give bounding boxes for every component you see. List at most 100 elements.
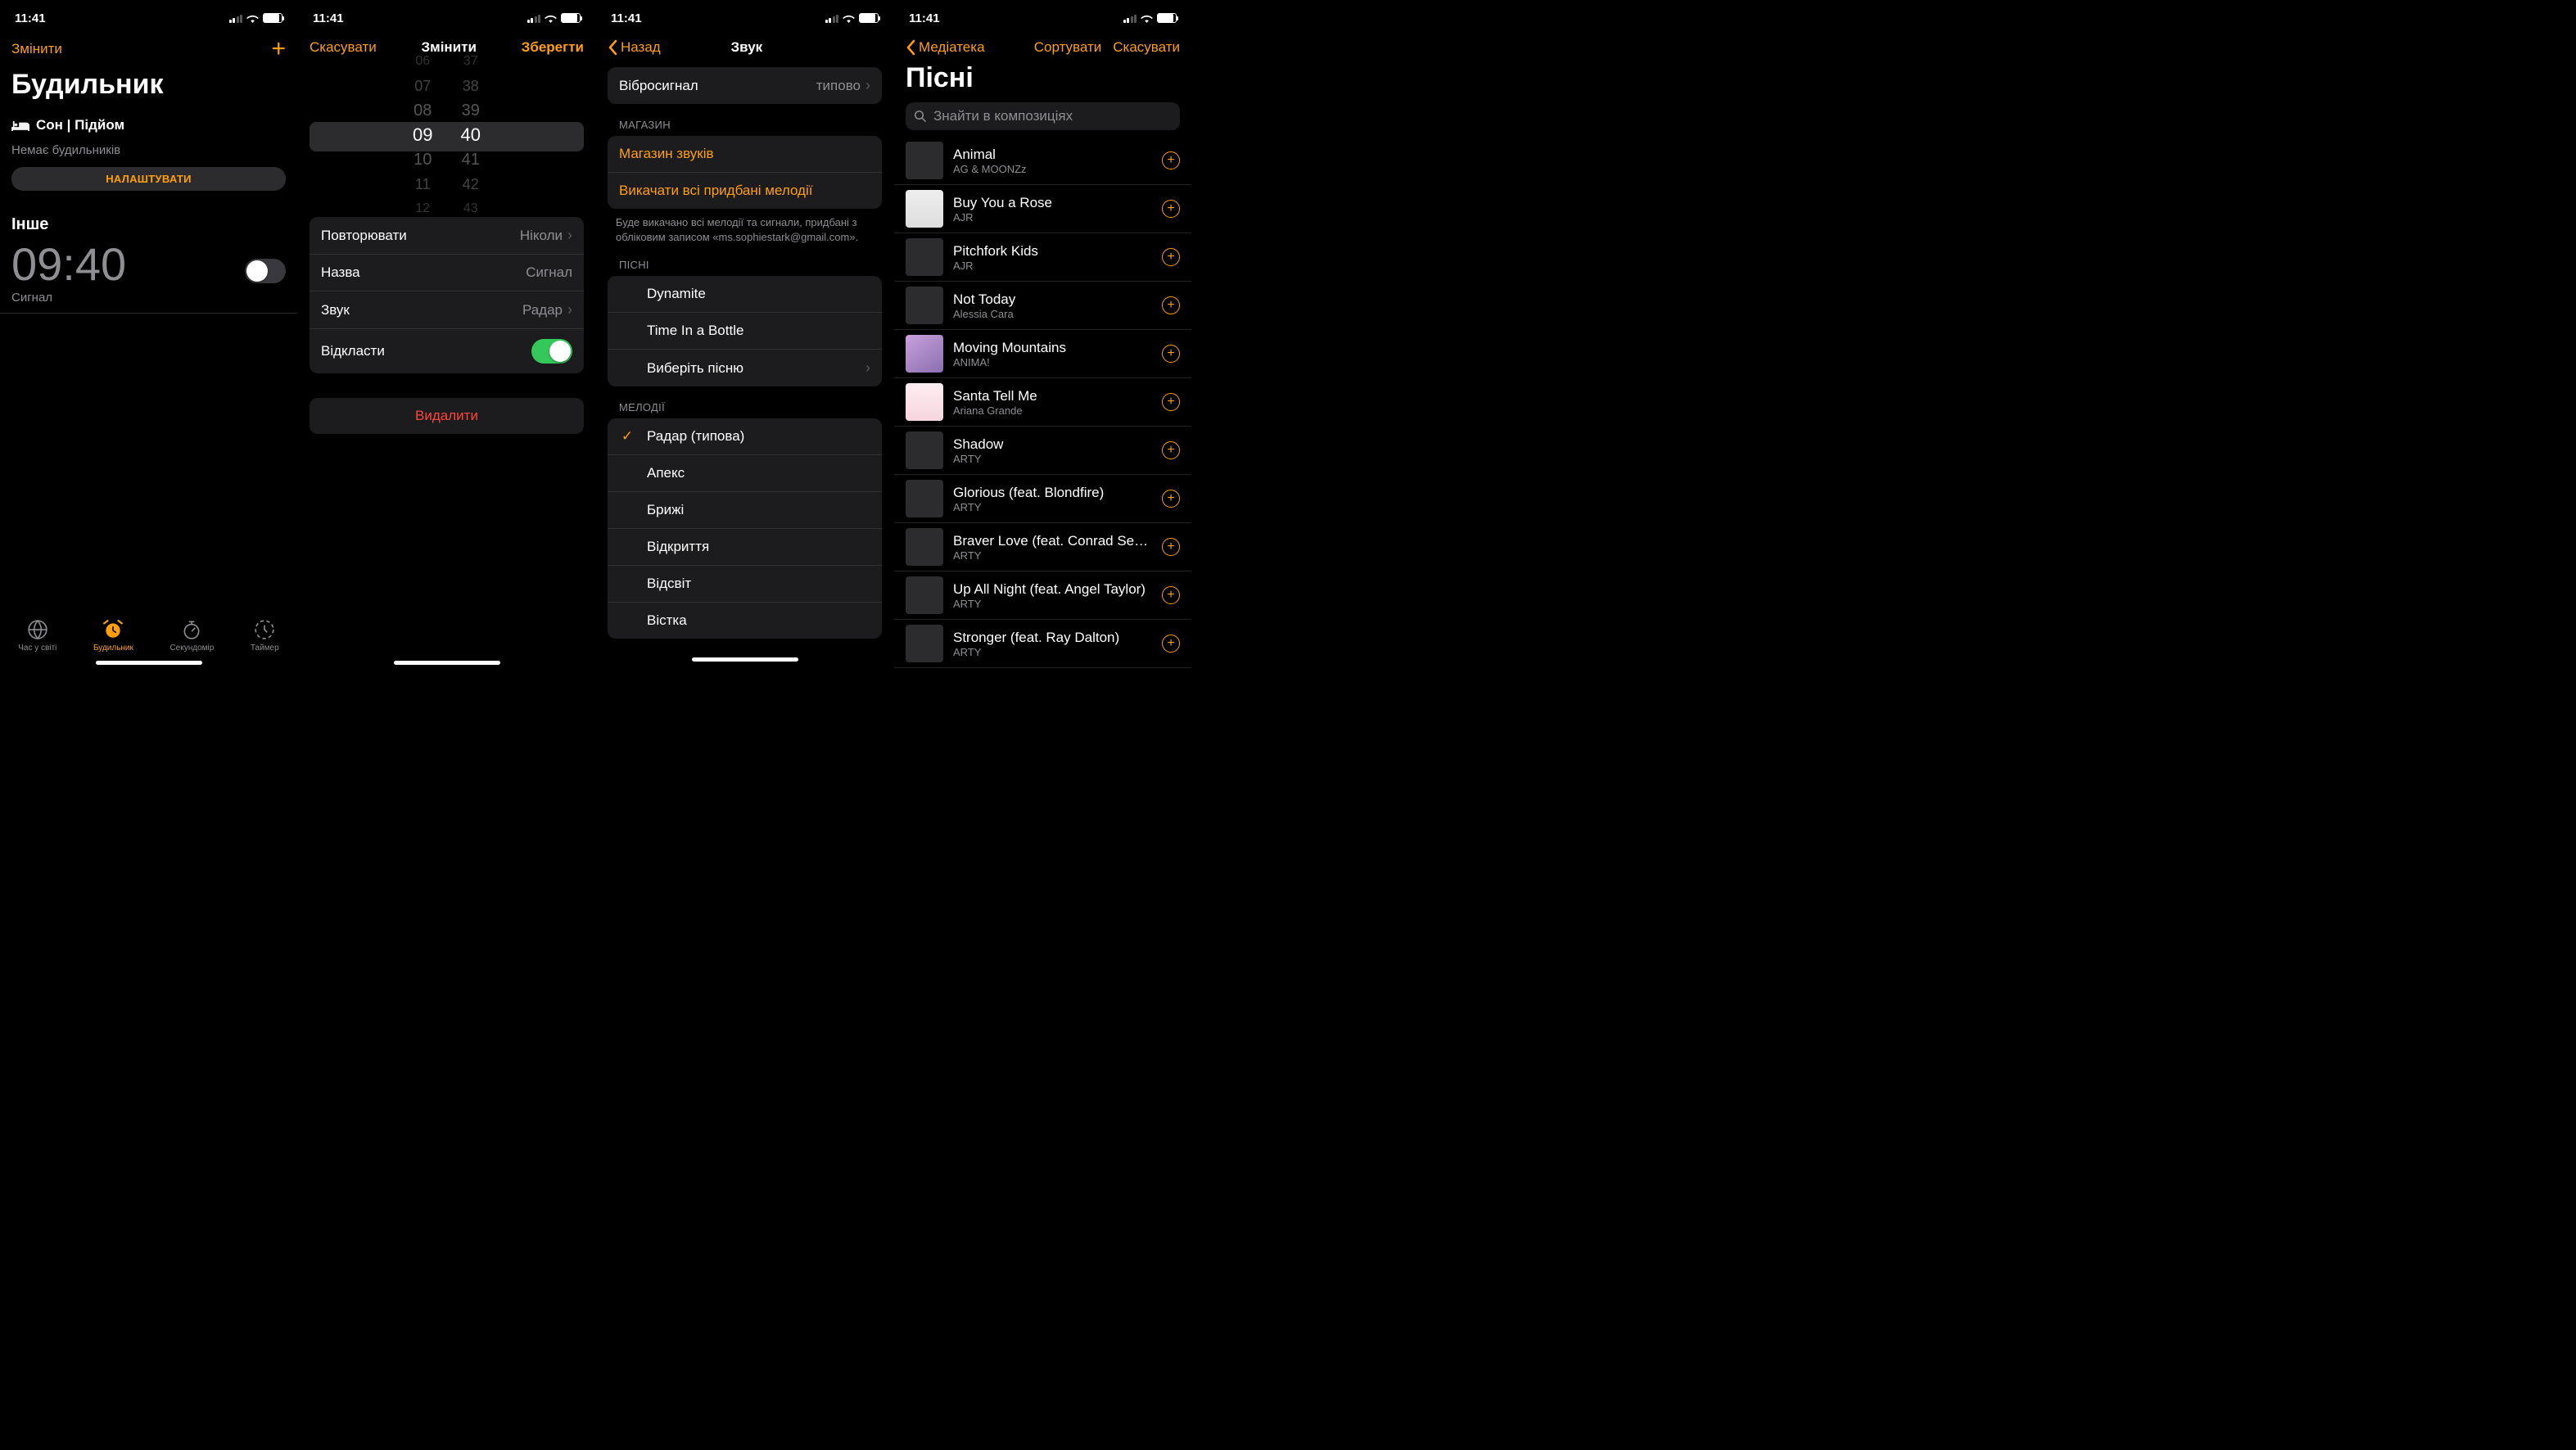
repeat-row[interactable]: Повторювати Ніколи›	[310, 217, 584, 255]
add-song-button[interactable]: +	[1162, 200, 1180, 218]
status-icons	[825, 13, 879, 23]
download-purchased-button[interactable]: Викачати всі придбані мелодії	[608, 173, 882, 209]
cancel-button[interactable]: Скасувати	[310, 39, 377, 56]
song-row[interactable]: Moving MountainsANIMA!+	[894, 330, 1191, 378]
song-row[interactable]: ShadowARTY+	[894, 427, 1191, 475]
album-art	[906, 576, 943, 614]
song-title: Stronger (feat. Ray Dalton)	[953, 630, 1152, 646]
cancel-button[interactable]: Скасувати	[1113, 39, 1180, 56]
row-label: Time In a Bottle	[647, 323, 743, 339]
timer-icon	[254, 619, 275, 640]
song-row[interactable]: Up All Night (feat. Angel Taylor)ARTY+	[894, 571, 1191, 620]
song-row[interactable]: Braver Love (feat. Conrad Sew…ARTY+	[894, 523, 1191, 571]
song-row[interactable]: Santa Tell MeAriana Grande+	[894, 378, 1191, 427]
minute-column[interactable]: 37 38 39 40 41 42 43	[461, 67, 481, 202]
add-alarm-button[interactable]: +	[271, 41, 286, 57]
home-indicator[interactable]	[692, 657, 798, 662]
ringtone-option[interactable]: Брижі	[608, 492, 882, 529]
song-row[interactable]: Pitchfork KidsAJR+	[894, 233, 1191, 282]
hour-column[interactable]: 06 07 08 09 10 11 12	[413, 67, 432, 202]
home-indicator[interactable]	[96, 661, 202, 665]
store-section-header: МАГАЗИН	[596, 104, 893, 136]
song-option[interactable]: Dynamite	[608, 276, 882, 313]
tone-store-button[interactable]: Магазин звуків	[608, 136, 882, 173]
row-label: Звук	[321, 302, 350, 318]
ringtone-option[interactable]: Відкриття	[608, 529, 882, 566]
save-button[interactable]: Зберегти	[522, 39, 584, 56]
song-row[interactable]: Stronger (feat. Ray Dalton)ARTY +	[894, 620, 1191, 668]
home-indicator[interactable]	[394, 661, 500, 665]
delete-alarm-button[interactable]: Видалити	[310, 398, 584, 434]
song-option[interactable]: Time In a Bottle	[608, 313, 882, 350]
add-song-button[interactable]: +	[1162, 635, 1180, 653]
song-row[interactable]: Glorious (feat. Blondfire)ARTY+	[894, 475, 1191, 523]
row-label: Брижі	[647, 502, 684, 518]
add-song-button[interactable]: +	[1162, 538, 1180, 556]
album-art	[906, 287, 943, 324]
back-button[interactable]: Назад	[608, 39, 661, 56]
panel-song-picker: 11:41 Медіатека Сортувати Скасувати Пісн…	[894, 0, 1192, 668]
song-title: Moving Mountains	[953, 340, 1152, 356]
vibration-group: Вібросигнал типово›	[608, 67, 882, 104]
song-artist: ARTY	[953, 501, 1152, 513]
tab-alarm[interactable]: Будильник	[93, 619, 133, 653]
add-song-button[interactable]: +	[1162, 490, 1180, 508]
search-input[interactable]: Знайти в композиціях	[906, 102, 1180, 130]
alarm-toggle[interactable]	[245, 259, 286, 283]
row-label: Апекс	[647, 465, 685, 481]
status-bar: 11:41	[894, 0, 1191, 33]
edit-button[interactable]: Змінити	[11, 41, 62, 57]
cellular-icon	[527, 14, 541, 23]
album-art	[906, 238, 943, 276]
ringtone-option[interactable]: Відсвіт	[608, 566, 882, 603]
cellular-icon	[825, 14, 839, 23]
configure-button[interactable]: НАЛАШТУВАТИ	[11, 167, 286, 191]
add-song-button[interactable]: +	[1162, 248, 1180, 266]
row-label: Назва	[321, 264, 360, 281]
add-song-button[interactable]: +	[1162, 586, 1180, 604]
status-bar: 11:41	[596, 0, 893, 33]
status-time: 11:41	[313, 11, 344, 25]
album-art	[906, 383, 943, 421]
song-row[interactable]: Not TodayAlessia Cara+	[894, 282, 1191, 330]
page-title: Будильник	[0, 65, 297, 112]
tab-timer[interactable]: Таймер	[251, 619, 279, 653]
sort-button[interactable]: Сортувати	[1034, 39, 1102, 56]
row-label: Вібросигнал	[619, 78, 698, 94]
row-label: Dynamite	[647, 286, 706, 302]
snooze-toggle[interactable]	[531, 339, 572, 364]
alarm-row[interactable]: 09:40 Сигнал	[0, 234, 297, 314]
add-song-button[interactable]: +	[1162, 393, 1180, 411]
nav-bar: Назад Звук	[596, 33, 893, 62]
wifi-icon	[1141, 14, 1153, 23]
sound-row[interactable]: Звук Радар›	[310, 291, 584, 329]
status-icons	[1123, 13, 1177, 23]
name-row[interactable]: Назва Сигнал	[310, 255, 584, 291]
ringtone-option[interactable]: ✓Радар (типова)	[608, 418, 882, 455]
add-song-button[interactable]: +	[1162, 151, 1180, 169]
cellular-icon	[1123, 14, 1137, 23]
tab-world-clock[interactable]: Час у світі	[18, 619, 56, 653]
tab-stopwatch[interactable]: Секундомір	[169, 619, 214, 653]
vibration-row[interactable]: Вібросигнал типово›	[608, 67, 882, 104]
back-button[interactable]: Медіатека	[906, 39, 985, 56]
add-song-button[interactable]: +	[1162, 441, 1180, 459]
checkmark-icon: ✓	[619, 428, 635, 445]
status-icons	[527, 13, 581, 23]
nav-bar: Змінити +	[0, 33, 297, 65]
add-song-button[interactable]: +	[1162, 345, 1180, 363]
song-row[interactable]: AnimalAG & MOONZz+	[894, 137, 1191, 185]
ringtone-option[interactable]: Апекс	[608, 455, 882, 492]
song-list[interactable]: AnimalAG & MOONZz+Buy You a RoseAJR+Pitc…	[894, 137, 1191, 668]
song-artist: ARTY	[953, 646, 1152, 658]
tab-bar: Час у світі Будильник Секундомір Таймер	[0, 612, 297, 656]
time-picker[interactable]: 06 07 08 09 10 11 12 37 38 39 40 41 42 4…	[310, 67, 584, 202]
chevron-right-icon: ›	[865, 77, 870, 94]
song-row[interactable]: Buy You a RoseAJR+	[894, 185, 1191, 233]
pick-song-button[interactable]: Виберіть пісню ›	[608, 350, 882, 386]
ringtone-option[interactable]: Вістка	[608, 603, 882, 639]
add-song-button[interactable]: +	[1162, 296, 1180, 314]
row-label: Відкласти	[321, 343, 385, 359]
status-time: 11:41	[15, 11, 46, 25]
search-icon	[914, 110, 927, 123]
